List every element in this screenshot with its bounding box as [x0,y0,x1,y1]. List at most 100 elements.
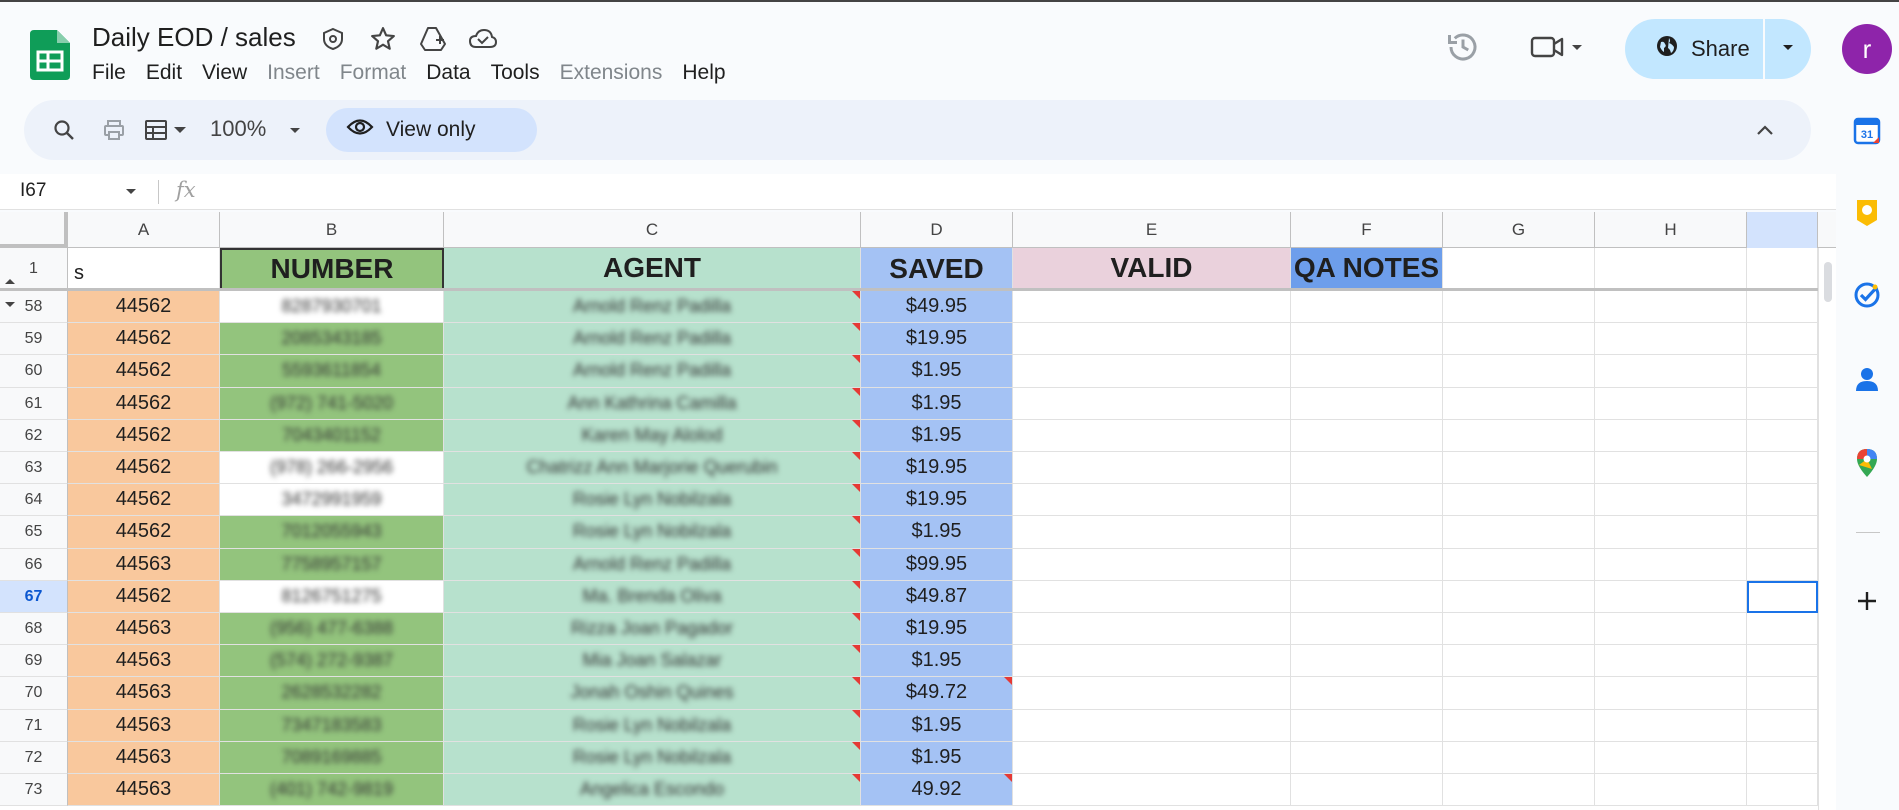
cell-b-73[interactable]: (401) 742-9819 [220,774,444,807]
cell-h-67[interactable] [1595,580,1747,613]
cell-d-61[interactable]: $1.95 [861,387,1013,420]
cell-c-59[interactable]: Arnold Renz Padilla [444,323,861,356]
search-icon[interactable] [48,114,80,146]
cell-b-67[interactable]: 8126751275 [220,580,444,613]
cell-f-71[interactable] [1291,709,1443,742]
cell-d-67[interactable]: $49.87 [861,580,1013,613]
cell-i-70[interactable] [1747,677,1818,710]
header-cell-d[interactable]: SAVED [861,248,1013,290]
sensitivity-label-icon[interactable] [318,22,348,56]
cell-i-73[interactable] [1747,774,1818,807]
cell-g-60[interactable] [1443,355,1595,388]
cell[interactable] [1595,248,1747,290]
group-toggle-icon[interactable] [4,296,16,314]
contacts-icon[interactable] [1850,362,1884,396]
cell-b-65[interactable]: 7012055943 [220,516,444,549]
cell-c-64[interactable]: Rosie Lyn Nobilzala [444,484,861,517]
cell-e-63[interactable] [1013,452,1291,485]
cell-d-68[interactable]: $19.95 [861,613,1013,646]
cell[interactable] [1443,248,1595,290]
cell-h-60[interactable] [1595,355,1747,388]
cell-f-73[interactable] [1291,774,1443,807]
header-cell-f[interactable]: QA NOTES [1291,248,1443,290]
row-header[interactable]: 59 [0,323,68,356]
zoom-select[interactable]: 100% [210,116,302,142]
row-header[interactable]: 65 [0,516,68,549]
cloud-saved-icon[interactable] [468,22,498,56]
row-header[interactable]: 62 [0,419,68,452]
cell-e-61[interactable] [1013,387,1291,420]
cell-g-70[interactable] [1443,677,1595,710]
cell-g-72[interactable] [1443,741,1595,774]
menu-item-view[interactable]: View [192,58,257,88]
cell-h-62[interactable] [1595,419,1747,452]
cell-h-66[interactable] [1595,548,1747,581]
add-icon[interactable] [1850,584,1884,618]
cell-c-68[interactable]: Rizza Joan Pagador [444,613,861,646]
cell-e-71[interactable] [1013,709,1291,742]
cell-a-63[interactable]: 44562 [68,452,220,485]
keep-icon[interactable] [1850,196,1884,230]
cell-d-66[interactable]: $99.95 [861,548,1013,581]
header-cell-a[interactable]: s [68,248,220,290]
cell-e-68[interactable] [1013,613,1291,646]
cell-c-69[interactable]: Mia Joan Salazar [444,645,861,678]
cell-i-61[interactable] [1747,387,1818,420]
cell-b-70[interactable]: 2628532282 [220,677,444,710]
cell-g-73[interactable] [1443,774,1595,807]
cell-i-72[interactable] [1747,741,1818,774]
cell-b-68[interactable]: (956) 477-6388 [220,613,444,646]
share-options-button[interactable] [1765,19,1811,79]
cell-a-60[interactable]: 44562 [68,355,220,388]
name-box[interactable]: I67 [20,180,140,202]
scrollbar-thumb[interactable] [1824,262,1832,302]
menu-item-format[interactable]: Format [330,58,417,88]
cell-e-67[interactable] [1013,580,1291,613]
cell-a-69[interactable]: 44563 [68,645,220,678]
cell-c-58[interactable]: Arnold Renz Padilla [444,291,861,324]
cell-f-72[interactable] [1291,741,1443,774]
cell-a-71[interactable]: 44563 [68,709,220,742]
cell-f-61[interactable] [1291,387,1443,420]
cell-e-62[interactable] [1013,419,1291,452]
cell-h-68[interactable] [1595,613,1747,646]
row-header[interactable]: 61 [0,387,68,420]
cell-c-70[interactable]: Jonah Oshin Quines [444,677,861,710]
sort-toggle-icon[interactable] [4,272,16,290]
cell-c-60[interactable]: Arnold Renz Padilla [444,355,861,388]
cell-b-61[interactable]: (972) 741-5020 [220,387,444,420]
move-to-drive-icon[interactable] [418,22,448,56]
sheets-logo-icon[interactable] [30,30,70,80]
cell-f-68[interactable] [1291,613,1443,646]
cell-g-62[interactable] [1443,419,1595,452]
cell-f-65[interactable] [1291,516,1443,549]
cell-f-60[interactable] [1291,355,1443,388]
cell-a-72[interactable]: 44563 [68,741,220,774]
cell-d-64[interactable]: $19.95 [861,484,1013,517]
cell-e-73[interactable] [1013,774,1291,807]
row-header[interactable]: 60 [0,355,68,388]
cell-f-63[interactable] [1291,452,1443,485]
menu-item-data[interactable]: Data [416,58,480,88]
cell-a-59[interactable]: 44562 [68,323,220,356]
cell-e-66[interactable] [1013,548,1291,581]
cell-h-69[interactable] [1595,645,1747,678]
header-cell-c[interactable]: AGENT [444,248,861,290]
cell-a-61[interactable]: 44562 [68,387,220,420]
cell-i-60[interactable] [1747,355,1818,388]
chevron-down-icon[interactable] [124,184,138,202]
meet-button[interactable] [1530,29,1600,69]
cell-d-63[interactable]: $19.95 [861,452,1013,485]
cell-a-62[interactable]: 44562 [68,419,220,452]
cell-c-66[interactable]: Arnold Renz Padilla [444,548,861,581]
menu-item-edit[interactable]: Edit [136,58,192,88]
cell-f-62[interactable] [1291,419,1443,452]
cell-c-71[interactable]: Rosie Lyn Nobilzala [444,709,861,742]
row-header[interactable]: 71 [0,709,68,742]
vertical-scrollbar[interactable] [1818,248,1836,810]
cell-a-73[interactable]: 44563 [68,774,220,807]
cell-c-72[interactable]: Rosie Lyn Nobilzala [444,741,861,774]
cell-d-69[interactable]: $1.95 [861,645,1013,678]
cell-d-70[interactable]: $49.72 [861,677,1013,710]
cell-h-73[interactable] [1595,774,1747,807]
